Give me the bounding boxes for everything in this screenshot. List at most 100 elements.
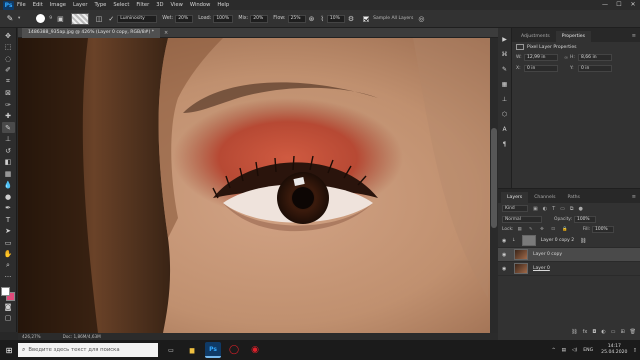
document-info[interactable]: Doc: 1,86M/4,63M bbox=[63, 334, 101, 339]
layer-name[interactable]: Layer 0 copy 2 bbox=[541, 238, 574, 243]
taskbar-clock[interactable]: 14:17 25.04.2020 bbox=[601, 344, 627, 356]
menu-filter[interactable]: Filter bbox=[136, 2, 149, 8]
menu-file[interactable]: File bbox=[17, 2, 26, 8]
pressure-icon[interactable]: ◎ bbox=[418, 15, 424, 23]
rectangle-tool-icon[interactable]: ▭ bbox=[2, 237, 15, 248]
paragraph-panel-icon[interactable]: ¶ bbox=[500, 139, 510, 149]
mixer-brush-tool-icon[interactable]: ✎ bbox=[4, 13, 16, 25]
layer-row[interactable]: ◉ Layer 0 bbox=[498, 262, 640, 276]
menu-layer[interactable]: Layer bbox=[73, 2, 87, 8]
load-brush-icon[interactable]: ◫ bbox=[96, 15, 103, 23]
3d-icon[interactable]: ⬡ bbox=[500, 109, 510, 119]
screen-mode-icon[interactable]: ▢ bbox=[2, 313, 15, 324]
quick-select-tool-icon[interactable]: ✐ bbox=[2, 65, 15, 76]
document-tab[interactable]: 1486388_935ap.jpg @ 426% (Layer 0 copy, … bbox=[22, 27, 161, 38]
menu-select[interactable]: Select bbox=[113, 2, 129, 8]
hand-tool-icon[interactable]: ✋ bbox=[2, 249, 15, 260]
eyedropper-tool-icon[interactable]: ✑ bbox=[2, 99, 15, 110]
tab-layers[interactable]: Layers bbox=[501, 192, 529, 203]
eraser-tool-icon[interactable]: ◧ bbox=[2, 157, 15, 168]
tab-adjustments[interactable]: Adjustments bbox=[515, 31, 556, 42]
scrollbar-thumb[interactable] bbox=[491, 128, 497, 228]
file-explorer-icon[interactable]: ▆ bbox=[184, 342, 200, 358]
load-field[interactable]: 100% bbox=[213, 14, 234, 23]
blend-mode-select[interactable]: Normal bbox=[502, 215, 542, 223]
close-document-icon[interactable]: × bbox=[164, 30, 168, 36]
zoom-level[interactable]: 426,27% bbox=[22, 334, 41, 339]
clone-source-icon[interactable]: ⊥ bbox=[500, 94, 510, 104]
menu-window[interactable]: Window bbox=[190, 2, 210, 8]
flow-field[interactable]: 25% bbox=[287, 14, 306, 23]
layer-kind-filter[interactable]: Kind bbox=[502, 205, 528, 212]
blur-tool-icon[interactable]: 💧 bbox=[2, 180, 15, 191]
quick-mask-icon[interactable]: ◙ bbox=[2, 301, 15, 312]
airbrush-icon[interactable]: ⊛ bbox=[309, 15, 315, 23]
adjustment-layer-icon[interactable]: ◐ bbox=[601, 329, 605, 338]
menu-help[interactable]: Help bbox=[217, 2, 229, 8]
gradient-tool-icon[interactable]: ▦ bbox=[2, 168, 15, 179]
tab-paths[interactable]: Paths bbox=[561, 192, 586, 203]
add-mask-icon[interactable]: ◘ bbox=[592, 329, 596, 338]
type-tool-icon[interactable]: T bbox=[2, 214, 15, 225]
windows-start-icon[interactable]: ⊞ bbox=[0, 340, 18, 360]
photoshop-taskbar-icon[interactable]: Ps bbox=[205, 342, 221, 358]
link-layers-icon[interactable]: ⛓ bbox=[571, 329, 577, 338]
filter-adjustment-icon[interactable]: ◐ bbox=[543, 206, 547, 212]
clean-brush-icon[interactable]: ✓ bbox=[108, 15, 114, 23]
clone-stamp-tool-icon[interactable]: ⊥ bbox=[2, 134, 15, 145]
opacity-field[interactable]: 100% bbox=[574, 215, 597, 223]
history-icon[interactable]: ⌘ bbox=[500, 49, 510, 59]
filter-toggle-icon[interactable]: ● bbox=[578, 206, 582, 212]
layer-name[interactable]: Layer 0 copy bbox=[533, 252, 562, 257]
tool-preset-chevron-icon[interactable]: ▾ bbox=[18, 16, 20, 21]
group-icon[interactable]: ▭ bbox=[611, 329, 616, 338]
x-field[interactable]: 0 in bbox=[524, 65, 558, 72]
healing-brush-tool-icon[interactable]: ✚ bbox=[2, 111, 15, 122]
brush-settings-panel-icon[interactable]: ✎ bbox=[500, 64, 510, 74]
filter-smart-icon[interactable]: ⧉ bbox=[570, 206, 574, 212]
menu-view[interactable]: View bbox=[171, 2, 183, 8]
sample-all-layers-checkbox[interactable] bbox=[363, 15, 370, 22]
marquee-tool-icon[interactable]: ⬚ bbox=[2, 42, 15, 53]
width-field[interactable]: 12,99 in bbox=[524, 54, 558, 61]
layer-name[interactable]: Layer 0 bbox=[533, 266, 550, 271]
network-icon[interactable]: ▤ bbox=[562, 348, 566, 353]
fill-field[interactable]: 100% bbox=[592, 225, 615, 233]
history-brush-tool-icon[interactable]: ↺ bbox=[2, 145, 15, 156]
language-indicator[interactable]: ENG bbox=[583, 348, 593, 353]
visibility-eye-icon[interactable]: ◉ bbox=[502, 252, 510, 258]
lock-icons[interactable]: ▦ ✎ ✥ ⊡ 🔒 bbox=[518, 227, 571, 232]
volume-icon[interactable]: ◁) bbox=[572, 348, 577, 353]
media-player-icon[interactable]: ◉ bbox=[247, 342, 263, 358]
filter-pixel-icon[interactable]: ▣ bbox=[533, 206, 538, 212]
opera-icon[interactable]: ◯ bbox=[226, 342, 242, 358]
image-canvas[interactable] bbox=[18, 38, 490, 333]
crop-tool-icon[interactable]: ⌗ bbox=[2, 76, 15, 87]
mix-field[interactable]: 20% bbox=[250, 14, 269, 23]
layer-row[interactable]: ◉ Layer 0 copy bbox=[498, 248, 640, 262]
foreground-color[interactable] bbox=[1, 287, 10, 296]
menu-type[interactable]: Type bbox=[94, 2, 106, 8]
character-panel-icon[interactable]: A bbox=[500, 124, 510, 134]
fx-icon[interactable]: fx bbox=[583, 329, 588, 338]
tab-properties[interactable]: Properties bbox=[555, 31, 591, 42]
color-swatches[interactable] bbox=[1, 287, 15, 301]
smoothing-field[interactable]: 10% bbox=[326, 14, 345, 23]
height-field[interactable]: 8,66 in bbox=[578, 54, 612, 61]
vertical-scrollbar[interactable] bbox=[490, 38, 498, 333]
layers-menu-icon[interactable]: ≡ bbox=[632, 194, 636, 200]
brush-settings-icon[interactable]: ▣ bbox=[57, 15, 64, 23]
path-select-tool-icon[interactable]: ➤ bbox=[2, 226, 15, 237]
menu-3d[interactable]: 3D bbox=[156, 2, 163, 8]
lasso-tool-icon[interactable]: ◌ bbox=[2, 53, 15, 64]
brush-tool-icon[interactable]: ✎ bbox=[1, 122, 15, 133]
visibility-eye-icon[interactable]: ◉ bbox=[502, 266, 510, 272]
more-tools-icon[interactable]: ··· bbox=[2, 272, 15, 283]
minimize-button[interactable]: — bbox=[598, 0, 612, 10]
zoom-tool-icon[interactable]: ⌕ bbox=[2, 260, 15, 271]
y-field[interactable]: 0 in bbox=[578, 65, 612, 72]
paint-swatch[interactable] bbox=[70, 12, 89, 25]
task-view-icon[interactable]: ▭ bbox=[163, 342, 179, 358]
delete-layer-icon[interactable]: 🗑 bbox=[630, 329, 636, 338]
close-button[interactable]: ✕ bbox=[626, 0, 640, 10]
